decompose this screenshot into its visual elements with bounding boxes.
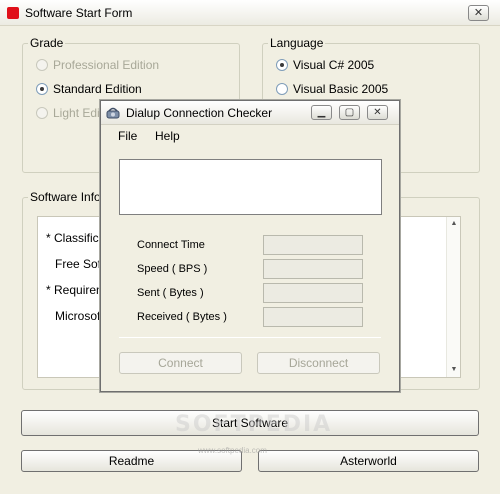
radio-label: Standard Edition — [53, 82, 142, 96]
radio-icon — [276, 83, 288, 95]
main-titlebar: Software Start Form ✕ — [0, 0, 500, 26]
dialog-title: Dialup Connection Checker — [126, 106, 273, 120]
disconnect-button[interactable]: Disconnect — [257, 352, 380, 374]
dialup-connection-dialog: Dialup Connection Checker ▁ ▢ ✕ File Hel… — [100, 100, 400, 392]
asterworld-label: Asterworld — [340, 454, 397, 468]
radio-icon — [36, 59, 48, 71]
window-title: Software Start Form — [25, 6, 133, 20]
dialog-close-button[interactable]: ✕ — [367, 105, 388, 120]
received-field — [263, 307, 363, 327]
speed-field — [263, 259, 363, 279]
language-label: Language — [268, 36, 326, 50]
radio-professional-edition[interactable]: Professional Edition — [36, 58, 159, 72]
sent-field — [263, 283, 363, 303]
dialog-titlebar[interactable]: Dialup Connection Checker ▁ ▢ ✕ — [101, 101, 399, 125]
vertical-scrollbar[interactable]: ▲ ▼ — [446, 217, 460, 377]
menu-help[interactable]: Help — [155, 129, 180, 143]
grade-label: Grade — [28, 36, 66, 50]
radio-visual-csharp[interactable]: Visual C# 2005 — [276, 58, 374, 72]
connect-time-label: Connect Time — [137, 239, 205, 251]
softpedia-watermark-url: www.softpedia.com — [198, 446, 267, 455]
minimize-button[interactable]: ▁ — [311, 105, 332, 120]
radio-visual-basic[interactable]: Visual Basic 2005 — [276, 82, 388, 96]
asterworld-button[interactable]: Asterworld — [258, 450, 479, 472]
speed-label: Speed ( BPS ) — [137, 263, 208, 275]
radio-label: Visual Basic 2005 — [293, 82, 389, 96]
maximize-button[interactable]: ▢ — [339, 105, 360, 120]
radio-label: Visual C# 2005 — [293, 58, 375, 72]
radio-icon — [36, 107, 48, 119]
radio-label: Professional Edition — [53, 58, 160, 72]
received-label: Received ( Bytes ) — [137, 311, 227, 323]
close-button[interactable]: ✕ — [468, 5, 489, 21]
menubar: File Help — [101, 125, 399, 147]
softpedia-watermark: SOFTPEDIA — [175, 412, 333, 437]
radio-icon — [36, 83, 48, 95]
phone-icon — [106, 107, 120, 119]
radio-light-edition[interactable]: Light Edit — [36, 106, 103, 120]
radio-icon — [276, 59, 288, 71]
app-icon — [7, 7, 19, 19]
radio-standard-edition[interactable]: Standard Edition — [36, 82, 142, 96]
scroll-up-icon[interactable]: ▲ — [449, 219, 459, 229]
connect-time-field — [263, 235, 363, 255]
separator — [119, 337, 381, 338]
connect-button[interactable]: Connect — [119, 352, 242, 374]
connection-listbox[interactable] — [119, 159, 382, 215]
scroll-down-icon[interactable]: ▼ — [449, 365, 459, 375]
info-line: Microsoft — [55, 309, 104, 323]
sent-label: Sent ( Bytes ) — [137, 287, 204, 299]
readme-label: Readme — [108, 454, 155, 468]
menu-file[interactable]: File — [118, 129, 137, 143]
radio-label: Light Edit — [53, 106, 104, 120]
